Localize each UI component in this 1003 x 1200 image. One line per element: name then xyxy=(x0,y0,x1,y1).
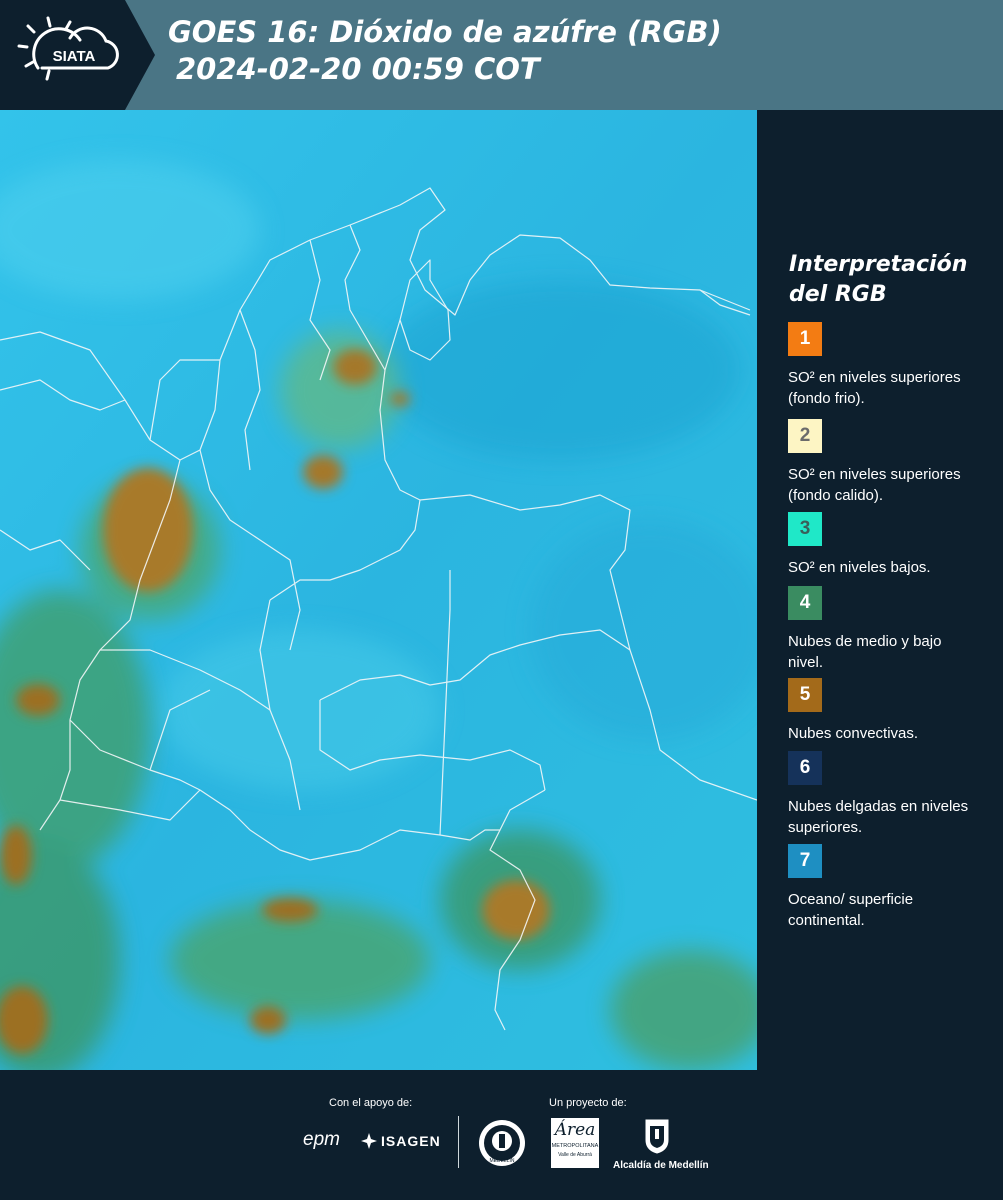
legend-swatch-4: 4 xyxy=(788,586,822,620)
page-title: GOES 16: Dióxido de azúfre (RGB) 2024-02… xyxy=(168,14,722,88)
legend-item-7: 7 Oceano/ superficie continental. xyxy=(788,844,978,931)
legend-swatch-5: 5 xyxy=(788,678,822,712)
legend-swatch-1: 1 xyxy=(788,322,822,356)
isagen-logo: ISAGEN xyxy=(360,1132,441,1150)
legend-item-6: 6 Nubes delgadas en niveles superiores. xyxy=(788,751,978,838)
legend-label-3: SO² en niveles bajos. xyxy=(788,559,931,576)
legend-title-line2: del RGB xyxy=(789,282,887,307)
legend-item-2: 2 SO² en niveles superiores (fondo calid… xyxy=(788,419,978,506)
header-bar: SIATA GOES 16: Dióxido de azúfre (RGB) 2… xyxy=(0,0,1003,110)
siata-logo-text: SIATA xyxy=(53,48,96,65)
medellin-seal-text: MEDELLÍN xyxy=(489,1157,514,1164)
area-metro-sub: METROPOLITANA xyxy=(551,1143,599,1149)
alcaldia-label: Alcaldía de Medellín xyxy=(613,1160,709,1171)
medellin-seal: MEDELLÍN xyxy=(479,1120,525,1166)
legend-label-7: Oceano/ superficie continental. xyxy=(788,891,914,929)
legend-title-line1: Interpretación xyxy=(789,252,968,277)
epm-logo: epm xyxy=(303,1129,340,1150)
legend-title: Interpretación del RGB xyxy=(789,250,967,310)
siata-logo: SIATA xyxy=(0,0,155,110)
legend-item-3: 3 SO² en niveles bajos. xyxy=(788,512,978,578)
legend-swatch-6: 6 xyxy=(788,751,822,785)
area-metropolitana-logo: Área METROPOLITANA Valle de Aburrá xyxy=(551,1118,599,1168)
legend-swatch-3: 3 xyxy=(788,512,822,546)
legend-item-5: 5 Nubes convectivas. xyxy=(788,678,978,744)
legend-swatch-2: 2 xyxy=(788,419,822,453)
legend-swatch-7: 7 xyxy=(788,844,822,878)
area-metro-name: Área xyxy=(554,1120,596,1140)
title-product: GOES 16: Dióxido de azúfre (RGB) xyxy=(168,15,722,49)
area-metro-sub2: Valle de Aburrá xyxy=(558,1152,592,1158)
footer-divider xyxy=(458,1116,459,1168)
legend-item-4: 4 Nubes de medio y bajo nivel. xyxy=(788,586,978,673)
legend-label-5: Nubes convectivas. xyxy=(788,725,919,742)
legend-label-1: SO² en niveles superiores (fondo frio). xyxy=(788,369,961,407)
legend-label-2: SO² en niveles superiores (fondo calido)… xyxy=(788,466,961,504)
alcaldia-shield xyxy=(645,1119,669,1154)
footer: Con el apoyo de: Un proyecto de: epm ISA… xyxy=(0,1070,1003,1200)
title-timestamp: 2024-02-20 00:59 COT xyxy=(176,52,540,86)
isagen-text: ISAGEN xyxy=(381,1133,441,1149)
project-label: Un proyecto de: xyxy=(549,1097,627,1109)
satellite-map xyxy=(0,110,757,1070)
legend-item-1: 1 SO² en niveles superiores (fondo frio)… xyxy=(788,322,978,409)
support-label: Con el apoyo de: xyxy=(329,1097,413,1109)
legend-label-4: Nubes de medio y bajo nivel. xyxy=(788,633,942,671)
legend-label-6: Nubes delgadas en niveles superiores. xyxy=(788,798,969,836)
legend-panel: Interpretación del RGB 1 SO² en niveles … xyxy=(757,110,1003,1070)
isagen-icon xyxy=(361,1133,377,1149)
